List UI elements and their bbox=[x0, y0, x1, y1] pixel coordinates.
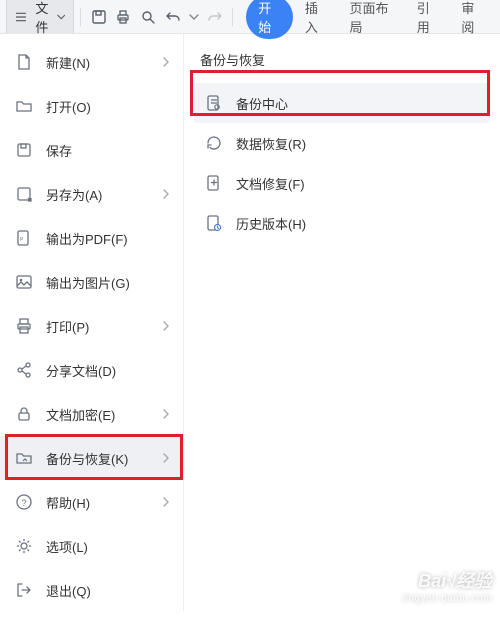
menu-label: 帮助(H) bbox=[46, 493, 159, 512]
submenu-item-backup-center[interactable]: 备份中心 bbox=[194, 83, 490, 123]
menu-label: 另存为(A) bbox=[46, 185, 159, 204]
new-file-icon bbox=[14, 52, 34, 72]
top-toolbar: 文件 开始 插入 页面布局 引用 审阅 bbox=[0, 0, 500, 34]
menu-label: 输出为图片(G) bbox=[46, 273, 173, 292]
menu-item-open[interactable]: 打开(O) bbox=[0, 84, 183, 128]
tab-review[interactable]: 审阅 bbox=[451, 0, 494, 39]
chevron-right-icon bbox=[159, 451, 173, 465]
menu-label: 打开(O) bbox=[46, 97, 173, 116]
submenu-item-history[interactable]: 历史版本(H) bbox=[194, 203, 490, 243]
save-icon bbox=[14, 140, 34, 160]
submenu-item-data-recovery[interactable]: 数据恢复(R) bbox=[194, 123, 490, 163]
separator bbox=[232, 8, 233, 26]
menu-item-image[interactable]: 输出为图片(G) bbox=[0, 260, 183, 304]
redo-button-2[interactable] bbox=[204, 4, 227, 30]
submenu-label: 数据恢复(R) bbox=[236, 134, 306, 153]
hamburger-icon bbox=[15, 10, 27, 24]
chevron-right-icon bbox=[159, 495, 173, 509]
menu-label: 选项(L) bbox=[46, 537, 173, 556]
file-menu-left: 新建(N) 打开(O) 保存 另存为(A) P 输出为PDF(F) bbox=[0, 34, 184, 611]
undo-button[interactable] bbox=[161, 4, 184, 30]
menu-item-encrypt[interactable]: 文档加密(E) bbox=[0, 392, 183, 436]
tab-layout[interactable]: 页面布局 bbox=[340, 0, 405, 39]
menu-label: 输出为PDF(F) bbox=[46, 229, 173, 248]
svg-text:?: ? bbox=[22, 498, 27, 508]
exit-icon bbox=[14, 580, 34, 600]
menu-item-backup[interactable]: 备份与恢复(K) bbox=[0, 436, 183, 480]
chevron-right-icon bbox=[159, 187, 173, 201]
help-icon: ? bbox=[14, 492, 34, 512]
print-button[interactable] bbox=[112, 4, 135, 30]
file-menu-list: 新建(N) 打开(O) 保存 另存为(A) P 输出为PDF(F) bbox=[0, 34, 183, 618]
menu-item-exit[interactable]: 退出(Q) bbox=[0, 568, 183, 612]
menu-item-help[interactable]: ? 帮助(H) bbox=[0, 480, 183, 524]
redo-button[interactable] bbox=[186, 4, 202, 30]
submenu-label: 历史版本(H) bbox=[236, 214, 306, 233]
menu-label: 分享文档(D) bbox=[46, 361, 173, 380]
menu-item-print[interactable]: 打印(P) bbox=[0, 304, 183, 348]
chevron-right-icon bbox=[159, 319, 173, 333]
menu-item-options[interactable]: 选项(L) bbox=[0, 524, 183, 568]
chevron-right-icon bbox=[159, 55, 173, 69]
open-folder-icon bbox=[14, 96, 34, 116]
file-menu-label: 文件 bbox=[31, 0, 53, 36]
menu-item-saveas[interactable]: 另存为(A) bbox=[0, 172, 183, 216]
menu-label: 备份与恢复(K) bbox=[46, 449, 159, 468]
file-panel: 新建(N) 打开(O) 保存 另存为(A) P 输出为PDF(F) bbox=[0, 34, 500, 611]
tab-ref[interactable]: 引用 bbox=[407, 0, 450, 39]
save-button[interactable] bbox=[87, 4, 110, 30]
submenu-label: 文档修复(F) bbox=[236, 174, 305, 193]
tab-start[interactable]: 开始 bbox=[246, 0, 293, 39]
separator bbox=[80, 8, 81, 26]
saveas-icon bbox=[14, 184, 34, 204]
chevron-down-icon bbox=[57, 12, 65, 22]
menu-label: 退出(Q) bbox=[46, 581, 173, 600]
share-icon bbox=[14, 360, 34, 380]
backup-center-icon bbox=[204, 93, 224, 113]
menu-item-pdf[interactable]: P 输出为PDF(F) bbox=[0, 216, 183, 260]
menu-item-save[interactable]: 保存 bbox=[0, 128, 183, 172]
submenu-title: 备份与恢复 bbox=[194, 46, 490, 83]
menu-item-new[interactable]: 新建(N) bbox=[0, 40, 183, 84]
print-icon bbox=[14, 316, 34, 336]
image-icon bbox=[14, 272, 34, 292]
lock-icon bbox=[14, 404, 34, 424]
preview-button[interactable] bbox=[137, 4, 160, 30]
menu-label: 打印(P) bbox=[46, 317, 159, 336]
gear-icon bbox=[14, 536, 34, 556]
menu-label: 新建(N) bbox=[46, 53, 159, 72]
data-recovery-icon bbox=[204, 133, 224, 153]
submenu-label: 备份中心 bbox=[236, 94, 288, 113]
svg-text:P: P bbox=[20, 237, 24, 243]
pdf-icon: P bbox=[14, 228, 34, 248]
tab-insert[interactable]: 插入 bbox=[295, 0, 338, 39]
doc-repair-icon bbox=[204, 173, 224, 193]
backup-folder-icon bbox=[14, 448, 34, 468]
menu-label: 保存 bbox=[46, 141, 173, 160]
history-icon bbox=[204, 213, 224, 233]
submenu-item-doc-repair[interactable]: 文档修复(F) bbox=[194, 163, 490, 203]
menu-item-share[interactable]: 分享文档(D) bbox=[0, 348, 183, 392]
menu-label: 文档加密(E) bbox=[46, 405, 159, 424]
chevron-right-icon bbox=[159, 407, 173, 421]
submenu-panel: 备份与恢复 备份中心 数据恢复(R) 文档修复(F) 历史版本(H) bbox=[184, 34, 500, 611]
